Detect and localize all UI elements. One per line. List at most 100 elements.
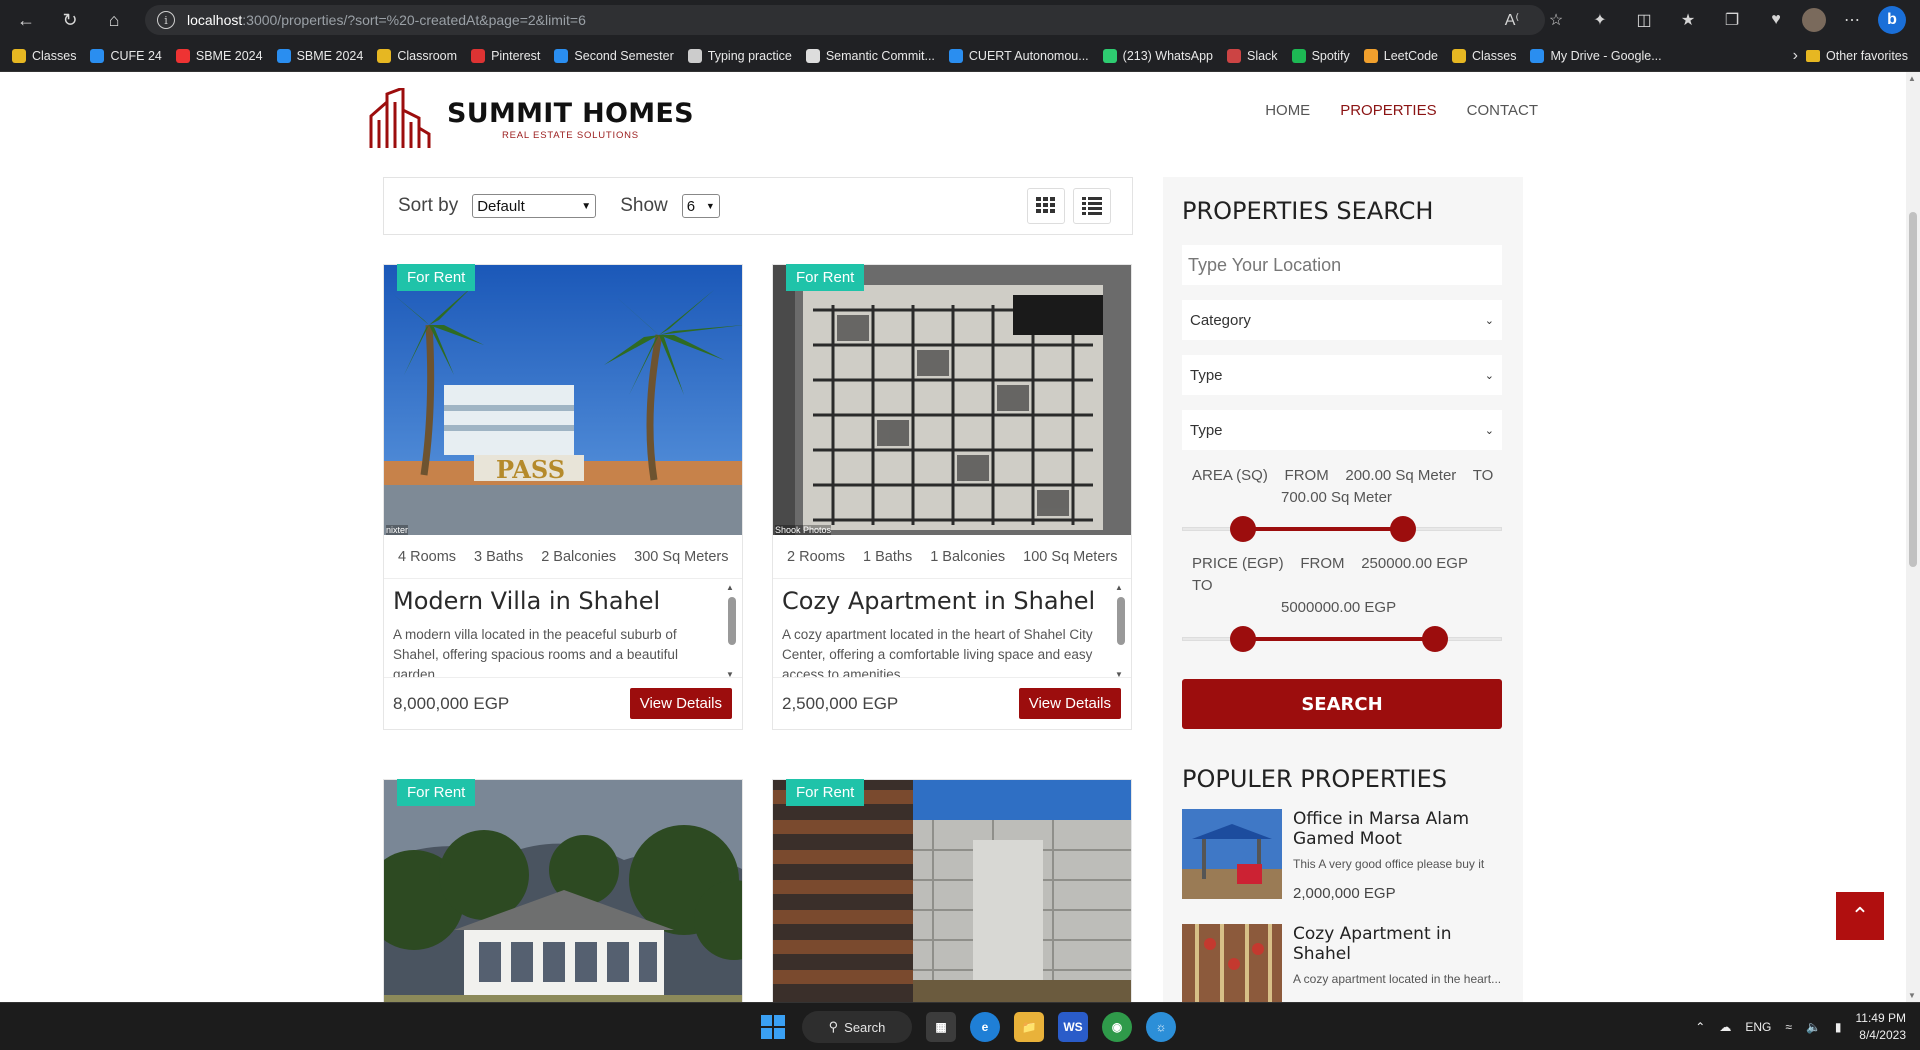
onedrive-sync-icon[interactable]: ☁ [1719, 1020, 1731, 1034]
bookmark-label: Semantic Commit... [825, 48, 935, 63]
scrollbar-thumb[interactable] [1909, 212, 1917, 567]
system-clock[interactable]: 11:49 PM 8/4/2023 [1856, 1010, 1906, 1044]
bookmark-item[interactable]: Semantic Commit... [805, 48, 935, 63]
property-title[interactable]: Cozy Apartment in Shahel [782, 587, 1107, 615]
address-bar[interactable]: i localhost:3000/properties/?sort=%20-cr… [145, 5, 1545, 35]
wifi-icon[interactable]: ≈ [1785, 1020, 1792, 1034]
bookmark-item[interactable]: Classes [1452, 48, 1516, 63]
search-icon: ⚲ [828, 1019, 839, 1034]
chevron-down-icon: ▼ [705, 201, 715, 211]
language-indicator[interactable]: ENG [1745, 1020, 1771, 1034]
scroll-down-icon[interactable]: ▼ [1908, 991, 1916, 1000]
site-info-icon[interactable]: i [157, 11, 175, 29]
property-description: A cozy apartment located in the heart of… [782, 627, 1093, 677]
bookmark-item[interactable]: Second Semester [554, 48, 674, 63]
task-view-icon[interactable]: ▦ [926, 1012, 956, 1042]
price-range-text: PRICE (EGP) FROM 250000.00 EGP TO 500000… [1182, 553, 1504, 619]
bookmark-item[interactable]: Slack [1226, 48, 1278, 63]
performance-icon[interactable]: ♥ [1758, 5, 1794, 35]
battery-icon[interactable]: ▮ [1835, 1020, 1842, 1034]
popular-title[interactable]: Office in Marsa Alam Gamed Moot [1293, 809, 1504, 849]
property-title[interactable]: Modern Villa in Shahel [393, 587, 718, 615]
tray-chevron-up-icon[interactable]: ⌃ [1695, 1020, 1705, 1034]
bookmark-icon [377, 48, 392, 63]
bookmarks-overflow-icon[interactable]: › [1793, 40, 1798, 72]
status-badge: For Rent [397, 264, 476, 291]
area-slider[interactable] [1182, 509, 1502, 549]
popular-title[interactable]: Cozy Apartment in Shahel [1293, 924, 1504, 964]
price-max-handle[interactable] [1421, 626, 1448, 652]
split-screen-icon[interactable]: ◫ [1626, 5, 1662, 35]
app-icon[interactable]: ☼ [1146, 1012, 1176, 1042]
edge-browser-icon[interactable]: e [970, 1012, 1000, 1042]
description-scrollbar[interactable]: ▲ ▼ [726, 583, 736, 677]
location-input[interactable]: Type Your Location [1182, 245, 1502, 285]
view-details-button[interactable]: View Details [629, 688, 732, 719]
grid-view-button[interactable] [1027, 188, 1065, 224]
file-explorer-icon[interactable]: 📁 [1014, 1012, 1044, 1042]
refresh-icon[interactable]: ↻ [52, 2, 88, 38]
webstorm-icon[interactable]: WS [1058, 1012, 1088, 1042]
area-min-handle[interactable] [1229, 516, 1256, 542]
taskbar-search[interactable]: ⚲ Search [802, 1011, 912, 1043]
bookmark-item[interactable]: CUFE 24 [90, 48, 162, 63]
property-image[interactable]: PASS nixter [384, 265, 742, 535]
popular-item[interactable]: Office in Marsa Alam Gamed Moot This A v… [1182, 809, 1504, 902]
bookmark-item[interactable]: My Drive - Google... [1530, 48, 1662, 63]
scroll-up-icon[interactable]: ▲ [1908, 74, 1916, 83]
bing-copilot-icon[interactable]: b [1878, 6, 1906, 34]
grid-icon [1036, 197, 1055, 213]
site-logo[interactable]: SUMMIT HOMES REAL ESTATE SOLUTIONS [367, 88, 694, 150]
property-image[interactable] [773, 780, 1131, 1002]
home-icon[interactable]: ⌂ [96, 2, 132, 38]
url-path: :3000/properties/?sort=%20-createdAt&pag… [242, 12, 586, 28]
profile-avatar[interactable] [1802, 8, 1826, 32]
list-view-button[interactable] [1073, 188, 1111, 224]
nav-home[interactable]: HOME [1265, 102, 1310, 119]
bookmark-item[interactable]: (213) WhatsApp [1102, 48, 1213, 63]
property-body[interactable]: Cozy Apartment in Shahel A cozy apartmen… [773, 579, 1131, 677]
area-max-handle[interactable] [1389, 516, 1416, 542]
bookmark-item[interactable]: CUERT Autonomou... [948, 48, 1089, 63]
main-nav: HOME PROPERTIES CONTACT [1265, 102, 1538, 119]
courtyard-photo [773, 780, 1131, 1002]
volume-icon[interactable]: 🔈 [1806, 1020, 1821, 1034]
bookmark-item[interactable]: SBME 2024 [175, 48, 263, 63]
nav-properties[interactable]: PROPERTIES [1340, 102, 1436, 119]
search-button[interactable]: SEARCH [1182, 679, 1502, 729]
sort-select[interactable]: Default ▼ [472, 194, 597, 218]
price-slider[interactable] [1182, 619, 1502, 659]
bookmark-item[interactable]: LeetCode [1363, 48, 1438, 63]
type-select[interactable]: Type ⌄ [1182, 355, 1502, 395]
back-to-top-button[interactable]: ⌃ [1836, 892, 1884, 940]
view-details-button[interactable]: View Details [1018, 688, 1121, 719]
property-image[interactable] [384, 780, 742, 1002]
back-icon[interactable]: ← [8, 2, 44, 38]
favorite-star-icon[interactable]: ☆ [1538, 5, 1574, 35]
category-select[interactable]: Category ⌄ [1182, 300, 1502, 340]
chrome-icon[interactable]: ◉ [1102, 1012, 1132, 1042]
property-image[interactable]: Shook Photos [773, 265, 1131, 535]
extensions-icon[interactable]: ✦ [1582, 5, 1618, 35]
bookmark-item[interactable]: SBME 2024 [276, 48, 363, 63]
more-menu-icon[interactable]: ⋯ [1834, 5, 1870, 35]
collections-icon[interactable]: ❐ [1714, 5, 1750, 35]
property-body[interactable]: Modern Villa in Shahel A modern villa lo… [384, 579, 742, 677]
bookmark-item[interactable]: Typing practice [687, 48, 792, 63]
area-to: 700.00 Sq Meter [1281, 489, 1392, 506]
other-favorites-folder[interactable]: Other favorites [1806, 40, 1908, 72]
favorites-icon[interactable]: ★ [1670, 5, 1706, 35]
price-min-handle[interactable] [1229, 626, 1256, 652]
nav-contact[interactable]: CONTACT [1467, 102, 1538, 119]
bookmark-item[interactable]: Spotify [1291, 48, 1350, 63]
show-select[interactable]: 6 ▼ [681, 194, 720, 218]
bookmark-item[interactable]: Classes [12, 48, 76, 63]
windows-start-icon[interactable] [758, 1012, 788, 1042]
bookmark-item[interactable]: Pinterest [471, 48, 540, 63]
description-scrollbar[interactable]: ▲ ▼ [1115, 583, 1125, 677]
popular-item[interactable]: Cozy Apartment in Shahel A cozy apartmen… [1182, 924, 1504, 1002]
type-select-2[interactable]: Type ⌄ [1182, 410, 1502, 450]
read-aloud-icon[interactable]: A⁽ [1494, 5, 1530, 35]
bookmark-item[interactable]: Classroom [377, 48, 457, 63]
page-scrollbar[interactable]: ▲ ▼ [1906, 72, 1920, 1002]
